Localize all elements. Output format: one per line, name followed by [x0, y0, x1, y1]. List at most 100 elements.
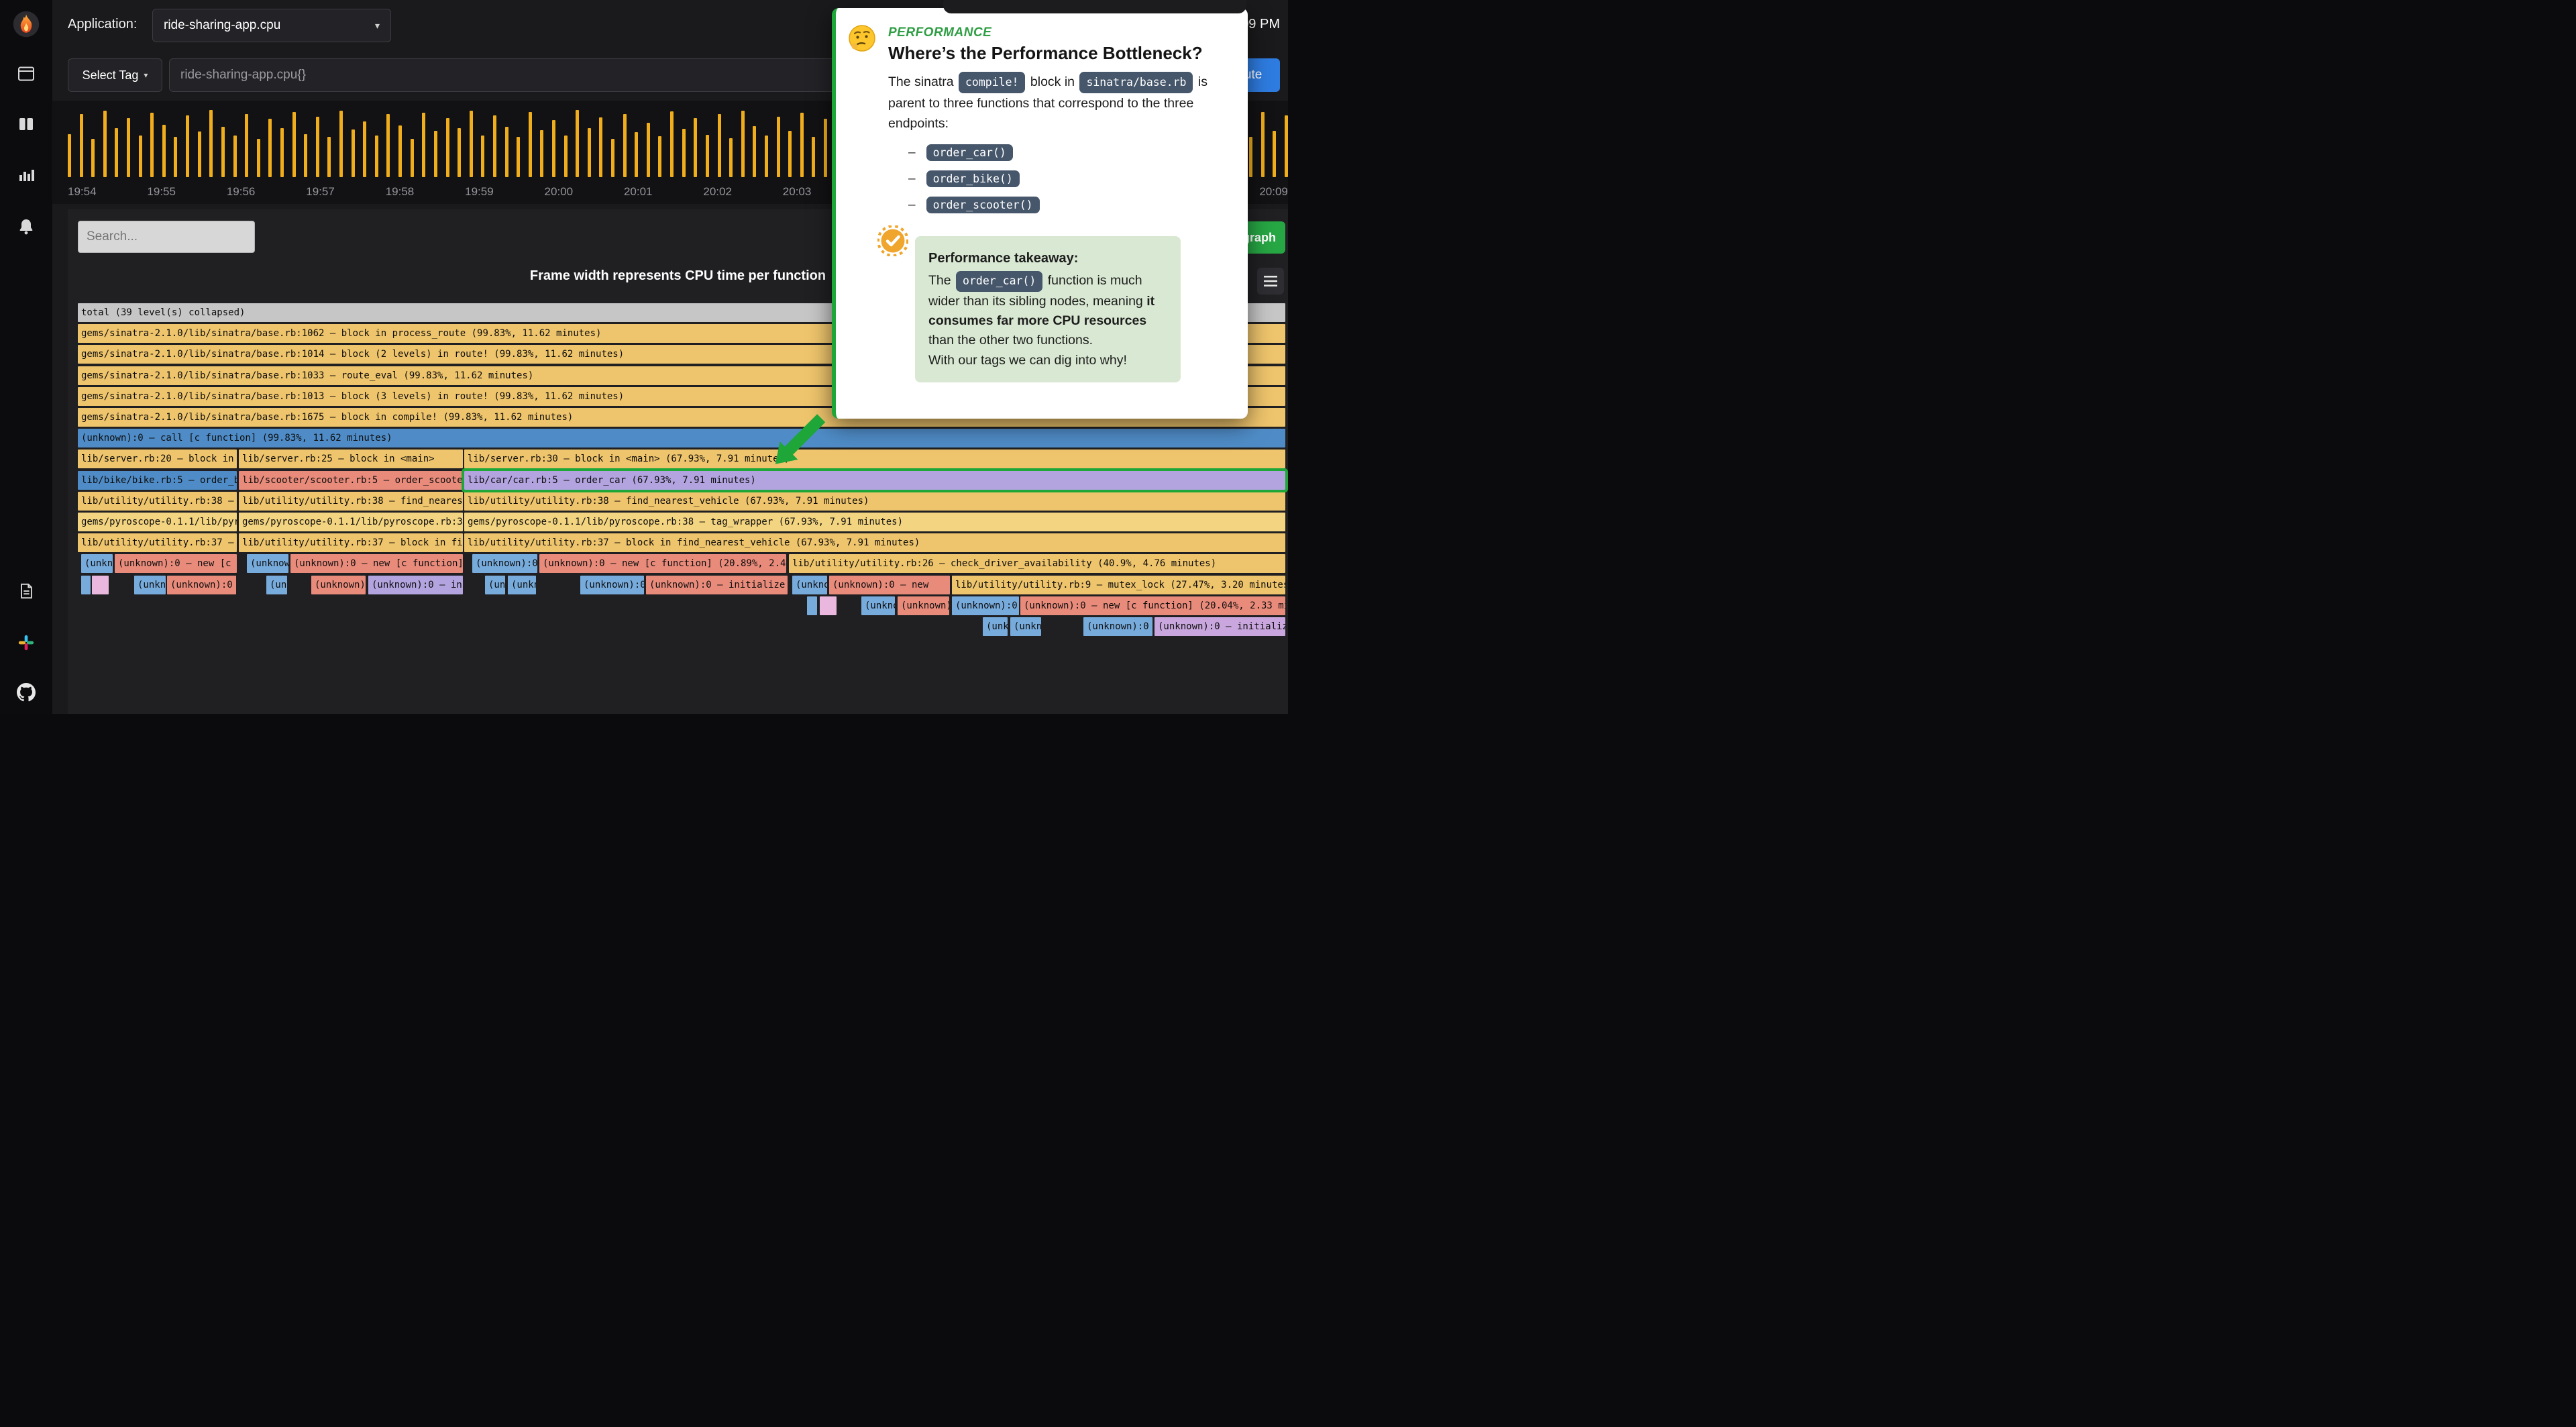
flame-frame[interactable]: (unknown):0 — [472, 554, 537, 573]
takeaway-last: With our tags we can dig into why! — [928, 353, 1127, 368]
timeline-bar — [470, 111, 473, 177]
flame-frame[interactable]: lib/scooter/scooter.rb:5 – order_scooter — [239, 471, 463, 490]
flame-frame[interactable]: (unknown):0 – initialize — [646, 576, 788, 594]
flame-frame[interactable]: gems/pyroscope-0.1.1/lib/pyroscope.rb:38… — [464, 513, 1285, 531]
timeline-bar — [1273, 131, 1276, 177]
flame-frame[interactable]: (unknown):0 — [952, 596, 1019, 615]
timeline-tick-label: 19:54 — [68, 185, 97, 199]
flame-frame[interactable]: lib/bike/bike.rb:5 – order_bike — [78, 471, 237, 490]
timeline-bar — [670, 111, 674, 177]
flame-frame[interactable]: lib/utility/utility.rb:26 – check_driver… — [789, 554, 1285, 573]
timeline-bar — [458, 128, 461, 177]
flame-frame[interactable]: (unknown):0 — [1083, 617, 1152, 636]
timeline-bar — [280, 128, 284, 177]
sidebar-item-comparison-view[interactable] — [10, 108, 42, 140]
timeline-tick-label: 19:58 — [386, 185, 415, 199]
sidebar-item-slack[interactable] — [10, 627, 42, 659]
takeaway-post: than the other two functions. — [928, 333, 1093, 348]
timeline-bar — [292, 112, 296, 177]
timeline-tick-label: 19:55 — [147, 185, 176, 199]
flame-row: lib/utility/utility.rb:37 – block in fin… — [78, 533, 1285, 552]
flame-frame[interactable]: (unknown):0 – new [c function] — [290, 554, 463, 573]
timeline-bar — [339, 111, 343, 177]
flame-frame[interactable]: lib/utility/utility.rb:38 – find_nearest… — [78, 492, 237, 511]
sidebar-item-github[interactable] — [10, 676, 42, 708]
check-badge-icon — [877, 225, 908, 262]
timeline-bar — [647, 123, 650, 177]
flame-frame[interactable]: (unknown) — [1010, 617, 1041, 636]
takeaway-heading: Performance takeaway: — [928, 248, 1167, 268]
flame-frame[interactable]: lib/utility/utility.rb:37 – block in fin… — [464, 533, 1285, 552]
flame-frame[interactable]: gems/pyroscope-0.1.1/lib/pyroscope.rb:38… — [78, 513, 237, 531]
timeline-bar — [777, 117, 780, 177]
timeline-tick-label: 19:59 — [465, 185, 494, 199]
flame-frame[interactable]: lib/utility/utility.rb:37 – block in fin… — [78, 533, 237, 552]
timeline-bar — [186, 115, 189, 177]
flame-frame[interactable]: lib/utility/utility.rb:38 – find_nearest… — [239, 492, 463, 511]
flame-frame[interactable]: (unknown) — [485, 576, 505, 594]
flame-frame[interactable]: (unknown) — [898, 596, 949, 615]
flame-frame[interactable]: (unknown):0 — [81, 554, 113, 573]
timeline-bar — [162, 125, 166, 177]
flame-frame[interactable]: (unknown):0 – initialize — [368, 576, 463, 594]
timeline-bar — [623, 114, 627, 177]
flame-frame[interactable] — [807, 596, 817, 615]
timeline-tick-label: 20:03 — [783, 185, 812, 199]
flame-frame[interactable]: lib/utility/utility.rb:38 – find_nearest… — [464, 492, 1285, 511]
sidebar-item-docs[interactable] — [10, 575, 42, 607]
endpoint-bullet: –order_scooter() — [908, 197, 1229, 213]
flame-frame[interactable]: (unknown):0 — [134, 576, 166, 594]
sidebar-item-notifications[interactable] — [10, 211, 42, 243]
flame-frame[interactable]: (unknown) — [861, 596, 895, 615]
flame-frame[interactable]: (unknown):0 — [247, 554, 288, 573]
flame-frame[interactable]: lib/utility/utility.rb:37 – block in fin… — [239, 533, 463, 552]
flame-frame[interactable]: lib/server.rb:25 – block in <main> — [239, 450, 463, 468]
annotation-arrow-icon — [761, 409, 835, 473]
flame-frame[interactable]: (unknown):0 – new — [167, 576, 236, 594]
timeline-bar — [363, 121, 366, 177]
timeline-bar — [658, 136, 661, 177]
endpoint-bullet: –order_car() — [908, 144, 1229, 161]
flame-frame[interactable]: (unknown):0 — [792, 576, 827, 594]
timeline-bar — [68, 134, 71, 177]
flame-frame[interactable]: (unknown):0 – new — [829, 576, 950, 594]
file-chip: sinatra/base.rb — [1079, 72, 1193, 93]
flame-frame[interactable]: lib/server.rb:20 – block in <main> — [78, 450, 237, 468]
timeline-bar — [80, 114, 83, 177]
application-dropdown-value: ride-sharing-app.cpu — [164, 18, 280, 33]
flame-frame[interactable]: (unknown):0 – new — [311, 576, 366, 594]
flame-frame[interactable]: (unknown):0 — [266, 576, 287, 594]
sidebar-item-adhoc[interactable] — [10, 159, 42, 191]
sidebar — [0, 0, 52, 714]
pyroscope-logo-icon[interactable] — [10, 8, 42, 40]
flame-frame[interactable]: gems/pyroscope-0.1.1/lib/pyroscope.rb:38… — [239, 513, 463, 531]
flame-frame[interactable]: (unknown):0 — [580, 576, 644, 594]
flame-frame[interactable] — [81, 576, 91, 594]
flame-frame-selected[interactable]: lib/car/car.rb:5 – order_car (67.93%, 7.… — [464, 471, 1285, 490]
timeline-bar — [599, 117, 602, 177]
select-tag-dropdown[interactable]: Select Tag ▾ — [68, 58, 162, 92]
flame-frame[interactable]: (unknown):0 – call [c function] (99.83%,… — [78, 429, 1285, 447]
sidebar-item-single-view[interactable] — [10, 58, 42, 90]
flame-frame[interactable]: (unknown):0 – initialize — [1155, 617, 1285, 636]
search-input[interactable] — [78, 221, 255, 253]
flame-frame[interactable]: lib/utility/utility.rb:9 – mutex_lock (2… — [952, 576, 1285, 594]
timeline-bar — [576, 110, 579, 177]
flame-row: (unknown)(unknown) (unknown):0(unknown):0… — [78, 617, 1285, 636]
timeline-bar — [753, 126, 756, 177]
timeline-bar — [91, 139, 95, 177]
flame-frame[interactable]: (unknown) — [983, 617, 1008, 636]
application-dropdown[interactable]: ride-sharing-app.cpu ▾ — [152, 9, 391, 42]
flame-frame[interactable]: (unknown):0 – new [c function] — [115, 554, 237, 573]
flame-frame[interactable]: (unknown) — [508, 576, 536, 594]
flame-frame[interactable]: (unknown):0 – new [c function] (20.04%, … — [1020, 596, 1285, 615]
bar-chart-icon — [16, 166, 36, 184]
timeline-bar — [386, 114, 390, 177]
flame-frame[interactable]: lib/server.rb:30 – block in <main> (67.9… — [464, 450, 1285, 468]
timeline-bar — [221, 127, 225, 177]
flame-frame[interactable] — [92, 576, 109, 594]
flame-frame[interactable]: (unknown):0 – new [c function] (20.89%, … — [539, 554, 786, 573]
timeline-bar — [729, 138, 733, 177]
panel-menu-button[interactable] — [1257, 268, 1284, 295]
flame-frame[interactable] — [820, 596, 837, 615]
